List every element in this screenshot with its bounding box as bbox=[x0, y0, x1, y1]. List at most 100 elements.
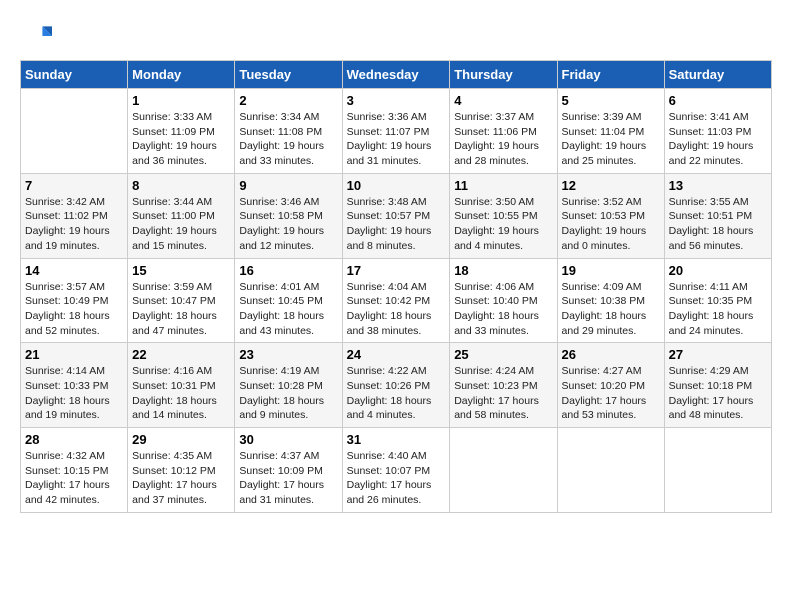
calendar-cell: 19 Sunrise: 4:09 AMSunset: 10:38 PMDayli… bbox=[557, 258, 664, 343]
calendar-cell: 14 Sunrise: 3:57 AMSunset: 10:49 PMDayli… bbox=[21, 258, 128, 343]
day-number: 9 bbox=[239, 178, 337, 193]
day-number: 26 bbox=[562, 347, 660, 362]
calendar-table: SundayMondayTuesdayWednesdayThursdayFrid… bbox=[20, 60, 772, 513]
weekday-header-saturday: Saturday bbox=[664, 61, 771, 89]
calendar-cell: 29 Sunrise: 4:35 AMSunset: 10:12 PMDayli… bbox=[128, 428, 235, 513]
day-number: 27 bbox=[669, 347, 767, 362]
calendar-cell: 22 Sunrise: 4:16 AMSunset: 10:31 PMDayli… bbox=[128, 343, 235, 428]
day-info: Sunrise: 3:42 AMSunset: 11:02 PMDaylight… bbox=[25, 195, 123, 254]
day-number: 14 bbox=[25, 263, 123, 278]
calendar-cell: 2 Sunrise: 3:34 AMSunset: 11:08 PMDaylig… bbox=[235, 89, 342, 174]
calendar-cell: 15 Sunrise: 3:59 AMSunset: 10:47 PMDayli… bbox=[128, 258, 235, 343]
day-number: 17 bbox=[347, 263, 446, 278]
day-info: Sunrise: 4:09 AMSunset: 10:38 PMDaylight… bbox=[562, 280, 660, 339]
calendar-cell: 18 Sunrise: 4:06 AMSunset: 10:40 PMDayli… bbox=[450, 258, 557, 343]
weekday-header-tuesday: Tuesday bbox=[235, 61, 342, 89]
day-info: Sunrise: 3:48 AMSunset: 10:57 PMDaylight… bbox=[347, 195, 446, 254]
weekday-header-thursday: Thursday bbox=[450, 61, 557, 89]
calendar-cell: 3 Sunrise: 3:36 AMSunset: 11:07 PMDaylig… bbox=[342, 89, 450, 174]
calendar-cell: 23 Sunrise: 4:19 AMSunset: 10:28 PMDayli… bbox=[235, 343, 342, 428]
day-info: Sunrise: 4:27 AMSunset: 10:20 PMDaylight… bbox=[562, 364, 660, 423]
day-number: 12 bbox=[562, 178, 660, 193]
day-info: Sunrise: 3:59 AMSunset: 10:47 PMDaylight… bbox=[132, 280, 230, 339]
day-number: 24 bbox=[347, 347, 446, 362]
day-number: 16 bbox=[239, 263, 337, 278]
day-number: 30 bbox=[239, 432, 337, 447]
day-info: Sunrise: 4:01 AMSunset: 10:45 PMDaylight… bbox=[239, 280, 337, 339]
day-info: Sunrise: 3:46 AMSunset: 10:58 PMDaylight… bbox=[239, 195, 337, 254]
day-number: 4 bbox=[454, 93, 552, 108]
calendar-cell: 25 Sunrise: 4:24 AMSunset: 10:23 PMDayli… bbox=[450, 343, 557, 428]
calendar-cell: 11 Sunrise: 3:50 AMSunset: 10:55 PMDayli… bbox=[450, 173, 557, 258]
day-info: Sunrise: 3:36 AMSunset: 11:07 PMDaylight… bbox=[347, 110, 446, 169]
day-info: Sunrise: 4:29 AMSunset: 10:18 PMDaylight… bbox=[669, 364, 767, 423]
calendar-cell bbox=[664, 428, 771, 513]
day-number: 1 bbox=[132, 93, 230, 108]
day-number: 10 bbox=[347, 178, 446, 193]
calendar-cell: 27 Sunrise: 4:29 AMSunset: 10:18 PMDayli… bbox=[664, 343, 771, 428]
day-info: Sunrise: 4:40 AMSunset: 10:07 PMDaylight… bbox=[347, 449, 446, 508]
calendar-cell: 1 Sunrise: 3:33 AMSunset: 11:09 PMDaylig… bbox=[128, 89, 235, 174]
day-number: 18 bbox=[454, 263, 552, 278]
day-number: 22 bbox=[132, 347, 230, 362]
logo bbox=[20, 20, 56, 52]
day-info: Sunrise: 4:04 AMSunset: 10:42 PMDaylight… bbox=[347, 280, 446, 339]
day-number: 3 bbox=[347, 93, 446, 108]
week-row-4: 21 Sunrise: 4:14 AMSunset: 10:33 PMDayli… bbox=[21, 343, 772, 428]
calendar-cell bbox=[21, 89, 128, 174]
calendar-cell: 30 Sunrise: 4:37 AMSunset: 10:09 PMDayli… bbox=[235, 428, 342, 513]
day-info: Sunrise: 4:14 AMSunset: 10:33 PMDaylight… bbox=[25, 364, 123, 423]
day-info: Sunrise: 4:19 AMSunset: 10:28 PMDaylight… bbox=[239, 364, 337, 423]
day-info: Sunrise: 4:32 AMSunset: 10:15 PMDaylight… bbox=[25, 449, 123, 508]
day-info: Sunrise: 4:24 AMSunset: 10:23 PMDaylight… bbox=[454, 364, 552, 423]
logo-icon bbox=[20, 20, 52, 52]
day-info: Sunrise: 3:57 AMSunset: 10:49 PMDaylight… bbox=[25, 280, 123, 339]
calendar-cell: 13 Sunrise: 3:55 AMSunset: 10:51 PMDayli… bbox=[664, 173, 771, 258]
calendar-cell: 12 Sunrise: 3:52 AMSunset: 10:53 PMDayli… bbox=[557, 173, 664, 258]
day-number: 20 bbox=[669, 263, 767, 278]
day-number: 21 bbox=[25, 347, 123, 362]
calendar-cell: 21 Sunrise: 4:14 AMSunset: 10:33 PMDayli… bbox=[21, 343, 128, 428]
day-info: Sunrise: 4:16 AMSunset: 10:31 PMDaylight… bbox=[132, 364, 230, 423]
day-number: 29 bbox=[132, 432, 230, 447]
calendar-cell: 9 Sunrise: 3:46 AMSunset: 10:58 PMDaylig… bbox=[235, 173, 342, 258]
calendar-cell: 4 Sunrise: 3:37 AMSunset: 11:06 PMDaylig… bbox=[450, 89, 557, 174]
day-info: Sunrise: 3:39 AMSunset: 11:04 PMDaylight… bbox=[562, 110, 660, 169]
day-number: 5 bbox=[562, 93, 660, 108]
day-number: 28 bbox=[25, 432, 123, 447]
calendar-cell: 8 Sunrise: 3:44 AMSunset: 11:00 PMDaylig… bbox=[128, 173, 235, 258]
header bbox=[20, 20, 772, 52]
day-info: Sunrise: 4:37 AMSunset: 10:09 PMDaylight… bbox=[239, 449, 337, 508]
day-number: 11 bbox=[454, 178, 552, 193]
day-number: 7 bbox=[25, 178, 123, 193]
day-info: Sunrise: 4:35 AMSunset: 10:12 PMDaylight… bbox=[132, 449, 230, 508]
calendar-cell: 16 Sunrise: 4:01 AMSunset: 10:45 PMDayli… bbox=[235, 258, 342, 343]
week-row-2: 7 Sunrise: 3:42 AMSunset: 11:02 PMDaylig… bbox=[21, 173, 772, 258]
calendar-cell: 24 Sunrise: 4:22 AMSunset: 10:26 PMDayli… bbox=[342, 343, 450, 428]
day-number: 19 bbox=[562, 263, 660, 278]
week-row-3: 14 Sunrise: 3:57 AMSunset: 10:49 PMDayli… bbox=[21, 258, 772, 343]
day-number: 25 bbox=[454, 347, 552, 362]
day-number: 23 bbox=[239, 347, 337, 362]
day-info: Sunrise: 3:44 AMSunset: 11:00 PMDaylight… bbox=[132, 195, 230, 254]
calendar-cell: 10 Sunrise: 3:48 AMSunset: 10:57 PMDayli… bbox=[342, 173, 450, 258]
day-number: 6 bbox=[669, 93, 767, 108]
calendar-cell bbox=[450, 428, 557, 513]
calendar-cell: 5 Sunrise: 3:39 AMSunset: 11:04 PMDaylig… bbox=[557, 89, 664, 174]
day-info: Sunrise: 3:55 AMSunset: 10:51 PMDaylight… bbox=[669, 195, 767, 254]
week-row-1: 1 Sunrise: 3:33 AMSunset: 11:09 PMDaylig… bbox=[21, 89, 772, 174]
day-info: Sunrise: 4:11 AMSunset: 10:35 PMDaylight… bbox=[669, 280, 767, 339]
calendar-cell: 6 Sunrise: 3:41 AMSunset: 11:03 PMDaylig… bbox=[664, 89, 771, 174]
day-number: 15 bbox=[132, 263, 230, 278]
day-info: Sunrise: 4:22 AMSunset: 10:26 PMDaylight… bbox=[347, 364, 446, 423]
day-number: 2 bbox=[239, 93, 337, 108]
calendar-cell: 31 Sunrise: 4:40 AMSunset: 10:07 PMDayli… bbox=[342, 428, 450, 513]
day-info: Sunrise: 4:06 AMSunset: 10:40 PMDaylight… bbox=[454, 280, 552, 339]
day-info: Sunrise: 3:52 AMSunset: 10:53 PMDaylight… bbox=[562, 195, 660, 254]
day-info: Sunrise: 3:34 AMSunset: 11:08 PMDaylight… bbox=[239, 110, 337, 169]
weekday-header-monday: Monday bbox=[128, 61, 235, 89]
calendar-cell: 7 Sunrise: 3:42 AMSunset: 11:02 PMDaylig… bbox=[21, 173, 128, 258]
day-info: Sunrise: 3:37 AMSunset: 11:06 PMDaylight… bbox=[454, 110, 552, 169]
calendar-cell: 17 Sunrise: 4:04 AMSunset: 10:42 PMDayli… bbox=[342, 258, 450, 343]
weekday-header-friday: Friday bbox=[557, 61, 664, 89]
